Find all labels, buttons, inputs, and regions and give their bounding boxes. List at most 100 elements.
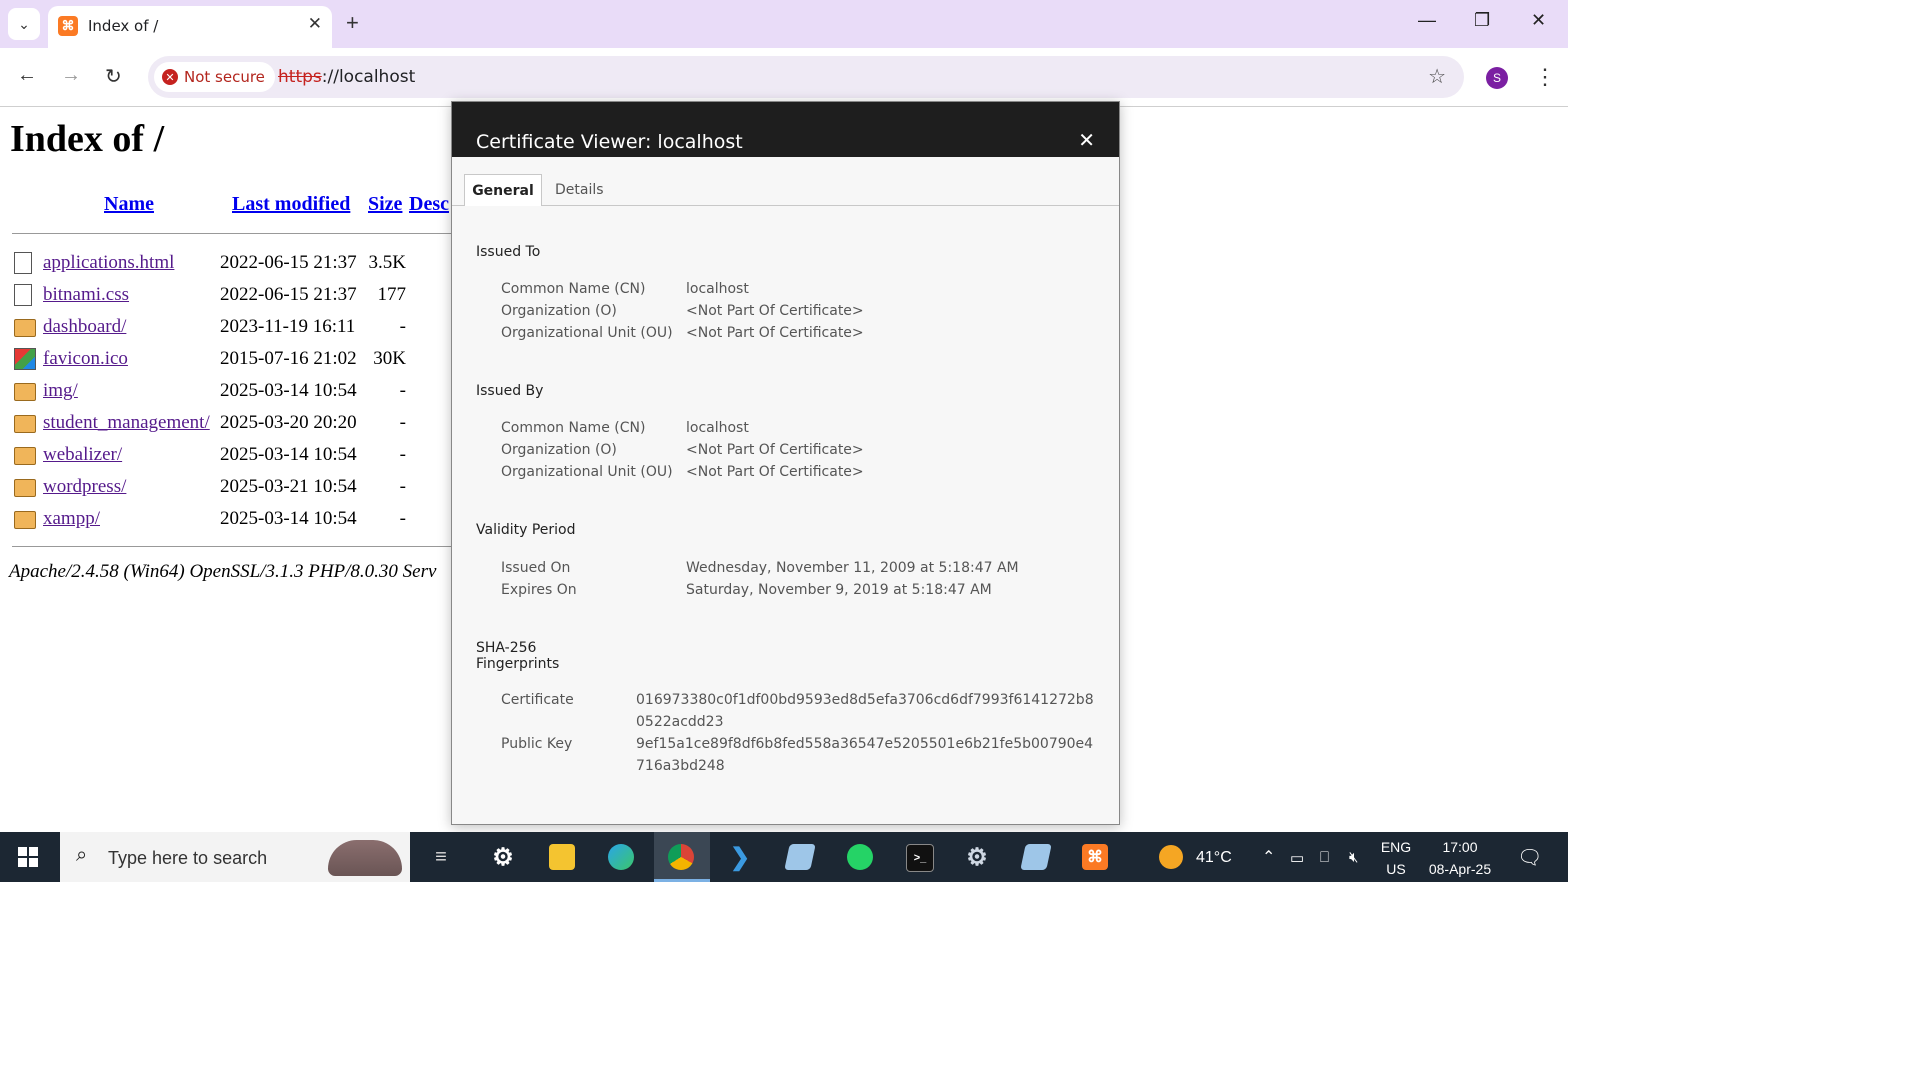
search-placeholder: Type here to search <box>108 848 268 868</box>
close-icon[interactable]: ✕ <box>1078 128 1095 152</box>
new-tab-button[interactable]: + <box>346 10 359 36</box>
forward-button[interactable]: → <box>61 64 81 87</box>
column-header-last-modified[interactable]: Last modified <box>232 193 350 216</box>
task-view-icon[interactable]: ≡ <box>428 844 454 870</box>
bookmark-star-icon[interactable]: ☆ <box>1428 64 1446 89</box>
table-row: webalizer/ 2025-03-14 10:54 - <box>14 442 454 470</box>
folder-icon <box>14 479 36 497</box>
table-row: student_management/ 2025-03-20 20:20 - <box>14 410 454 438</box>
not-secure-label: Not secure <box>184 68 265 86</box>
settings-cog-icon[interactable]: ⚙ <box>964 844 990 871</box>
folder-link[interactable]: dashboard/ <box>43 316 126 338</box>
search-highlight-image <box>328 840 402 876</box>
column-header-name[interactable]: Name <box>104 193 154 216</box>
last-modified: 2025-03-14 10:54 <box>220 508 357 529</box>
tab-title: Index of / <box>88 17 159 35</box>
settings-gear-icon[interactable]: ⚙ <box>490 844 516 871</box>
clock-time[interactable]: 17:00 <box>1424 839 1496 855</box>
tab-search-dropdown-button[interactable]: ⌄ <box>8 8 40 40</box>
windows-start-icon[interactable] <box>18 847 38 867</box>
file-size: - <box>399 476 406 497</box>
fingerprints-heading-line2: Fingerprints <box>476 656 560 672</box>
network-icon[interactable]: ⎕ <box>1320 849 1329 866</box>
back-button[interactable]: ← <box>17 64 37 87</box>
search-icon: ⌕ <box>76 844 88 866</box>
app-icon[interactable] <box>784 844 816 870</box>
tab-details[interactable]: Details <box>555 182 604 198</box>
folder-link[interactable]: webalizer/ <box>43 444 122 466</box>
field-value: localhost <box>686 281 749 297</box>
file-link[interactable]: applications.html <box>43 252 174 274</box>
xampp-icon[interactable]: ⌘ <box>1082 844 1108 870</box>
active-indicator <box>654 879 710 882</box>
app-icon[interactable] <box>1020 844 1052 870</box>
last-modified: 2022-06-15 21:37 <box>220 252 357 273</box>
close-window-button[interactable]: ✕ <box>1531 10 1546 31</box>
restore-button[interactable]: ❐ <box>1474 10 1490 31</box>
dialog-title: Certificate Viewer: localhost <box>476 131 743 153</box>
table-row: applications.html 2022-06-15 21:37 3.5K <box>14 250 454 278</box>
field-label: Organizational Unit (OU) <box>501 325 673 341</box>
table-row: xampp/ 2025-03-14 10:54 - <box>14 506 454 534</box>
browser-menu-icon[interactable]: ⋮ <box>1534 64 1556 90</box>
battery-icon[interactable]: ▭ <box>1290 849 1304 867</box>
taskbar-search-box[interactable]: ⌕ Type here to search <box>60 832 410 882</box>
field-label: Organizational Unit (OU) <box>501 464 673 480</box>
url-text[interactable]: https://localhost <box>278 67 415 87</box>
field-value: Saturday, November 9, 2019 at 5:18:47 AM <box>686 582 992 598</box>
clock-date[interactable]: 08-Apr-25 <box>1424 861 1496 877</box>
folder-link[interactable]: student_management/ <box>43 412 210 434</box>
file-link[interactable]: bitnami.css <box>43 284 129 306</box>
field-label: Public Key <box>501 736 573 752</box>
file-explorer-icon[interactable] <box>549 844 575 870</box>
tab-general[interactable]: General <box>464 174 542 206</box>
field-value: <Not Part Of Certificate> <box>686 303 864 319</box>
folder-icon <box>14 511 36 529</box>
tab-close-icon[interactable]: ✕ <box>308 14 322 34</box>
folder-link[interactable]: wordpress/ <box>43 476 126 498</box>
language-line2[interactable]: US <box>1380 861 1412 877</box>
last-modified: 2023-11-19 16:11 <box>220 316 356 337</box>
show-hidden-icons-chevron-up-icon[interactable]: ⌃ <box>1262 847 1275 867</box>
vscode-icon[interactable]: ❯ <box>727 844 753 871</box>
document-icon <box>14 252 32 274</box>
volume-muted-icon[interactable]: 🔇︎ <box>1349 849 1358 866</box>
address-bar[interactable]: ✕ Not secure https://localhost ☆ <box>148 56 1464 98</box>
column-header-description[interactable]: Desc <box>409 193 449 216</box>
file-link[interactable]: favicon.ico <box>43 348 128 370</box>
chrome-browser-icon[interactable] <box>668 844 694 870</box>
fingerprints-heading-line1: SHA-256 <box>476 640 537 656</box>
divider <box>12 546 452 547</box>
server-signature: Apache/2.4.58 (Win64) OpenSSL/3.1.3 PHP/… <box>9 561 437 582</box>
temperature[interactable]: 41°C <box>1196 849 1232 867</box>
site-info-button[interactable]: ✕ Not secure <box>154 62 275 92</box>
folder-link[interactable]: img/ <box>43 380 78 402</box>
minimize-button[interactable]: — <box>1418 10 1436 31</box>
tab-strip: ⌄ ⌘ Index of / ✕ + — ❐ ✕ <box>0 0 1568 48</box>
file-size: 177 <box>377 284 407 305</box>
weather-sun-icon[interactable] <box>1159 845 1183 869</box>
language-line1[interactable]: ENG <box>1380 839 1412 855</box>
edge-browser-icon[interactable] <box>608 844 634 870</box>
field-label: Expires On <box>501 582 577 598</box>
last-modified: 2025-03-21 10:54 <box>220 476 357 497</box>
terminal-icon[interactable]: >_ <box>906 844 934 872</box>
folder-link[interactable]: xampp/ <box>43 508 100 530</box>
file-size: - <box>399 508 406 529</box>
folder-icon <box>14 447 36 465</box>
notification-center-icon[interactable]: 🗨︎ <box>1517 845 1542 870</box>
windows-taskbar: ⌕ Type here to search ≡ ⚙ ❯ >_ ⚙ ⌘ <box>0 832 1568 882</box>
profile-avatar[interactable]: S <box>1486 67 1508 89</box>
reload-button[interactable]: ↻ <box>105 64 122 89</box>
file-size: - <box>399 412 406 433</box>
column-header-size[interactable]: Size <box>368 193 402 216</box>
folder-icon <box>14 415 36 433</box>
folder-icon <box>14 319 36 337</box>
folder-icon <box>14 383 36 401</box>
file-size: - <box>399 444 406 465</box>
warning-icon: ✕ <box>162 69 178 85</box>
field-label: Organization (O) <box>501 442 617 458</box>
whatsapp-icon[interactable] <box>847 844 873 870</box>
browser-tab[interactable]: ⌘ Index of / ✕ <box>48 6 332 48</box>
table-row: bitnami.css 2022-06-15 21:37 177 <box>14 282 454 310</box>
